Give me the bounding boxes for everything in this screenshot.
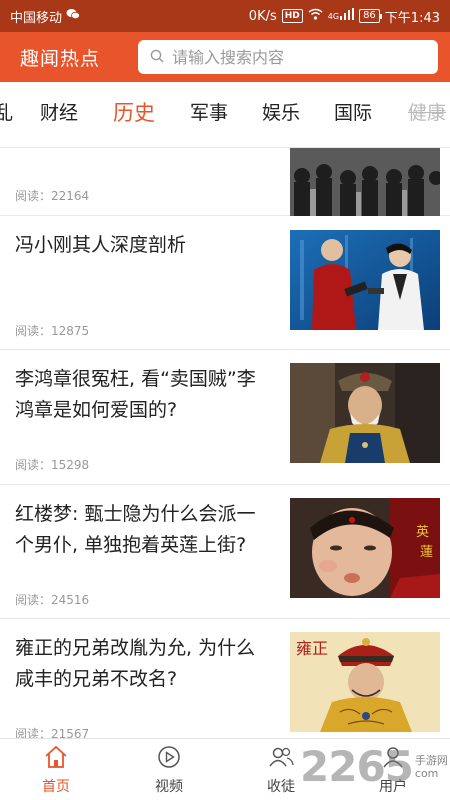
app-title: 趣闻热点 — [20, 47, 101, 70]
nav-home[interactable]: 首页 — [11, 739, 101, 800]
carrier-label: 中国移动 — [10, 10, 63, 26]
home-icon — [43, 745, 69, 773]
article-read-count: 阅读：24516 — [15, 593, 90, 607]
nav-apprentice-label: 收徒 — [267, 779, 295, 795]
nav-video[interactable]: 视频 — [124, 739, 214, 800]
article-read-count: 阅读：12875 — [15, 324, 90, 338]
article-read-count: 阅读：15298 — [15, 458, 90, 472]
network-speed: 0K/s — [248, 8, 277, 24]
article-thumbnail-old-photo — [290, 148, 440, 216]
watermark-domain: com — [414, 766, 439, 780]
article-item[interactable]: 李鸿章很冤枉, 看“卖国贼”李鸿章是如何爱国的? 阅读：15298 — [0, 350, 450, 485]
watermark-number: 2265 — [300, 742, 414, 791]
tab-finance[interactable]: 财经 — [40, 98, 78, 125]
watermark-text: 手游网 com — [415, 754, 448, 780]
status-bar: 中国移动 0K/s HD 4G 86 下午1:43 — [0, 0, 450, 32]
watermark-site-name: 手游网 — [414, 753, 448, 767]
tab-international[interactable]: 国际 — [334, 98, 372, 125]
article-title: 红楼梦: 甄士隐为什么会派一个男仆, 单独抱着英莲上街? — [15, 503, 256, 556]
thumb-caption: 英 — [416, 525, 429, 540]
nav-video-label: 视频 — [155, 779, 183, 795]
article-thumbnail-emperor-still: 雍正 — [290, 632, 440, 732]
tab-entertainment[interactable]: 娱乐 — [262, 98, 300, 125]
article-thumbnail-qing-official — [290, 363, 440, 463]
tab-partial[interactable]: 乱 — [0, 98, 13, 125]
tab-health[interactable]: 健康 — [408, 98, 446, 125]
site-watermark: 2265 手游网 com — [300, 742, 448, 791]
users-icon — [267, 745, 295, 773]
article-title: 李鸿章很冤枉, 看“卖国贼”李鸿章是如何爱国的? — [15, 368, 256, 421]
network-type: 4G — [327, 11, 340, 21]
article-thumbnail-child-still: 英 蓮 — [290, 498, 440, 598]
battery-icon: 86 — [359, 9, 382, 23]
svg-text:蓮: 蓮 — [420, 545, 433, 560]
category-tabs: 乱 财经 历史 军事 娱乐 国际 健康 — [0, 82, 450, 148]
search-box[interactable] — [138, 40, 438, 74]
article-read-count: 阅读：22164 — [15, 189, 90, 203]
article-item[interactable]: 阅读：22164 — [0, 148, 450, 216]
nav-home-label: 首页 — [42, 779, 70, 795]
hd-badge: HD — [281, 9, 303, 23]
search-input[interactable] — [172, 47, 426, 67]
article-read-count: 阅读：21567 — [15, 727, 90, 738]
tab-history[interactable]: 历史 — [113, 97, 155, 127]
search-icon — [150, 48, 172, 67]
article-item[interactable]: 红楼梦: 甄士隐为什么会派一个男仆, 单独抱着英莲上街? 英 蓮 阅读：2451… — [0, 485, 450, 619]
signal-icon — [340, 8, 355, 24]
article-item[interactable]: 冯小刚其人深度剖析 阅读：12875 — [0, 216, 450, 350]
wifi-icon — [308, 8, 323, 24]
svg-text:雍正: 雍正 — [296, 639, 328, 658]
article-item[interactable]: 雍正的兄弟改胤为允, 为什么咸丰的兄弟不改名? 雍正 阅读：21567 — [0, 619, 450, 738]
clock: 下午1:43 — [384, 10, 440, 26]
article-feed: 阅读：22164 冯小刚其人深度剖析 阅读：12875 李鸿章很冤枉, 看“卖国… — [0, 148, 450, 738]
tab-military[interactable]: 军事 — [190, 98, 228, 125]
play-circle-icon — [157, 745, 181, 773]
wechat-notification-icon — [66, 8, 80, 24]
article-thumbnail-press-event — [290, 230, 440, 330]
app-header: 趣闻热点 — [0, 32, 450, 82]
article-title: 雍正的兄弟改胤为允, 为什么咸丰的兄弟不改名? — [15, 637, 256, 690]
article-title: 冯小刚其人深度剖析 — [15, 234, 187, 256]
